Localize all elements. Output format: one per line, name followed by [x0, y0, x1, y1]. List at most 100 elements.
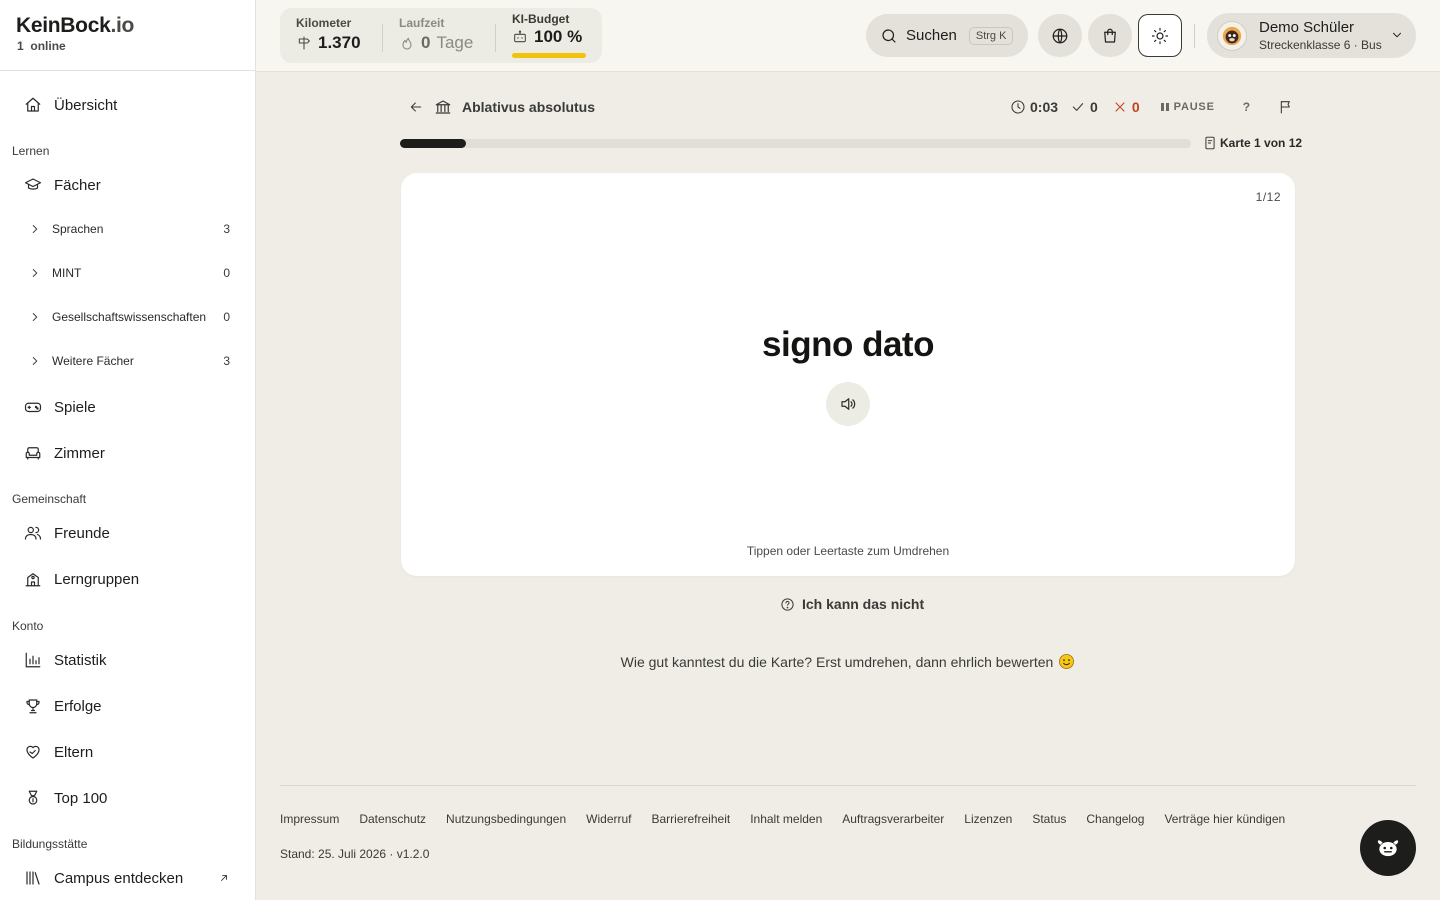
brand[interactable]: KeinBock.io 1 online	[16, 14, 134, 53]
nav-achievements[interactable]: Erfolge	[24, 691, 102, 721]
footer-link-withdrawal[interactable]: Widerruf	[586, 812, 631, 826]
stat-divider	[382, 24, 383, 52]
nav-games-label: Spiele	[54, 398, 96, 416]
footer-link-licenses[interactable]: Lizenzen	[964, 812, 1012, 826]
avatar	[1217, 20, 1247, 51]
nav-top100-label: Top 100	[54, 789, 108, 807]
nav-parents[interactable]: Eltern	[24, 737, 93, 767]
shopping-bag-icon	[1101, 27, 1119, 45]
stat-ai-budget-label: KI-Budget	[512, 12, 570, 26]
nav-subjects-label: Fächer	[54, 176, 101, 194]
cant-do-button[interactable]: Ich kann das nicht	[780, 596, 924, 612]
help-circle-icon	[780, 597, 795, 612]
sidebar-item-label: Sprachen	[52, 222, 104, 236]
signpost-icon	[296, 35, 312, 51]
chevron-right-icon	[28, 354, 42, 368]
arrow-left-icon[interactable]	[408, 99, 424, 115]
graduation-cap-icon	[24, 176, 42, 194]
rating-hint: Wie gut kanntest du die Karte? Erst umdr…	[0, 653, 1440, 670]
breadcrumb: Ablativus absolutus	[408, 98, 595, 116]
nav-study-groups-label: Lerngruppen	[54, 570, 140, 588]
ai-budget-bar	[512, 53, 586, 58]
flip-hint: Tippen oder Leertaste zum Umdrehen	[746, 544, 950, 558]
external-link-icon	[218, 872, 230, 884]
chevron-right-icon	[28, 222, 42, 236]
footer-link-imprint[interactable]: Impressum	[280, 812, 339, 826]
topbar: Kilometer 1.370 Laufzeit 0 Tage KI-Budge…	[256, 0, 1440, 72]
footer-link-report-content[interactable]: Inhalt melden	[750, 812, 822, 826]
item-count: 0	[223, 266, 230, 280]
medal-icon	[24, 789, 42, 807]
nav-subjects[interactable]: Fächer	[24, 170, 101, 200]
footer-link-processors[interactable]: Auftragsverarbeiter	[842, 812, 944, 826]
stat-runtime: Laufzeit 0 Tage	[399, 16, 473, 53]
sofa-icon	[24, 444, 42, 462]
profile-name: Demo Schüler	[1259, 19, 1355, 36]
nav-overview[interactable]: Übersicht	[24, 90, 117, 120]
correct-count-value: 0	[1090, 99, 1098, 115]
timer: 0:03	[1010, 99, 1058, 115]
brand-name: KeinBock.io	[16, 14, 135, 37]
nav-top100[interactable]: Top 100	[24, 783, 107, 813]
nav-study-groups[interactable]: Lerngruppen	[24, 564, 139, 594]
sidebar-divider	[0, 70, 256, 71]
pause-button[interactable]: PAUSE	[1160, 101, 1215, 113]
nav-friends[interactable]: Freunde	[24, 518, 110, 548]
card-counter-label: Karte 1 von 12	[1220, 136, 1303, 150]
wrong-count: 0	[1112, 99, 1140, 115]
clock-icon	[1010, 99, 1026, 115]
cant-do-label: Ich kann das nicht	[802, 596, 925, 612]
sidebar-item-other-subjects[interactable]: Weitere Fächer 3	[28, 350, 230, 372]
shop-button[interactable]	[1088, 14, 1132, 57]
stat-ai-budget: KI-Budget 100 %	[512, 12, 582, 47]
language-button[interactable]	[1038, 14, 1082, 57]
item-count: 3	[223, 354, 230, 368]
sidebar-item-mint[interactable]: MINT 0	[28, 262, 230, 284]
profile-menu[interactable]: Demo Schüler Streckenklasse 6 · Bus	[1207, 13, 1416, 58]
footer-link-privacy[interactable]: Datenschutz	[359, 812, 426, 826]
heart-handshake-icon	[24, 743, 42, 761]
robot-icon	[512, 29, 528, 45]
help-button[interactable]: ?	[1243, 100, 1250, 114]
deck-title: Ablativus absolutus	[462, 99, 596, 115]
rating-hint-text: Wie gut kanntest du die Karte? Erst umdr…	[620, 653, 1054, 670]
timer-value: 0:03	[1030, 99, 1059, 115]
footer-link-cancel-contracts[interactable]: Verträge hier kündigen	[1164, 812, 1285, 826]
nav-campus[interactable]: Campus entdecken	[24, 863, 230, 893]
classical-building-icon	[434, 98, 452, 116]
sidebar-item-label: Weitere Fächer	[52, 354, 134, 368]
flashcard[interactable]: 1/12 signo dato Tippen oder Leertaste zu…	[401, 173, 1295, 576]
assistant-button[interactable]	[1360, 820, 1416, 876]
flag-icon[interactable]	[1278, 99, 1294, 115]
footer-link-status[interactable]: Status	[1032, 812, 1066, 826]
chevron-right-icon	[28, 266, 42, 280]
stat-kilometer: Kilometer 1.370	[296, 16, 361, 53]
progress-fill	[400, 139, 466, 148]
footer-link-accessibility[interactable]: Barrierefreiheit	[652, 812, 731, 826]
stat-ai-budget-value: 100 %	[534, 27, 583, 46]
sun-icon	[1151, 27, 1169, 45]
stats-panel: Kilometer 1.370 Laufzeit 0 Tage KI-Budge…	[280, 8, 602, 63]
sidebar-item-languages[interactable]: Sprachen 3	[28, 218, 230, 240]
stat-runtime-value: 0	[421, 33, 431, 52]
audio-button[interactable]	[826, 382, 870, 426]
section-label-account: Konto	[12, 619, 44, 633]
smiley-icon	[1058, 653, 1075, 670]
card-index: 1/12	[1255, 190, 1281, 204]
search-button[interactable]: Suchen Strg K	[866, 14, 1028, 57]
trophy-icon	[24, 697, 42, 715]
nav-games[interactable]: Spiele	[24, 392, 96, 422]
search-icon	[880, 27, 898, 45]
nav-campus-label: Campus entdecken	[54, 869, 184, 887]
footer-link-terms[interactable]: Nutzungsbedingungen	[446, 812, 566, 826]
search-label: Suchen	[906, 27, 957, 44]
footer-link-changelog[interactable]: Changelog	[1086, 812, 1144, 826]
sidebar-item-social-sciences[interactable]: Gesellschaftswissenschaften 0	[28, 306, 230, 328]
online-indicator: 1 online	[17, 39, 66, 53]
section-label-institution: Bildungsstätte	[12, 837, 88, 851]
theme-toggle-button[interactable]	[1138, 14, 1182, 57]
nav-room[interactable]: Zimmer	[24, 438, 105, 468]
topbar-divider	[1194, 24, 1195, 48]
nav-friends-label: Freunde	[54, 524, 110, 542]
chevron-down-icon	[1390, 28, 1404, 42]
